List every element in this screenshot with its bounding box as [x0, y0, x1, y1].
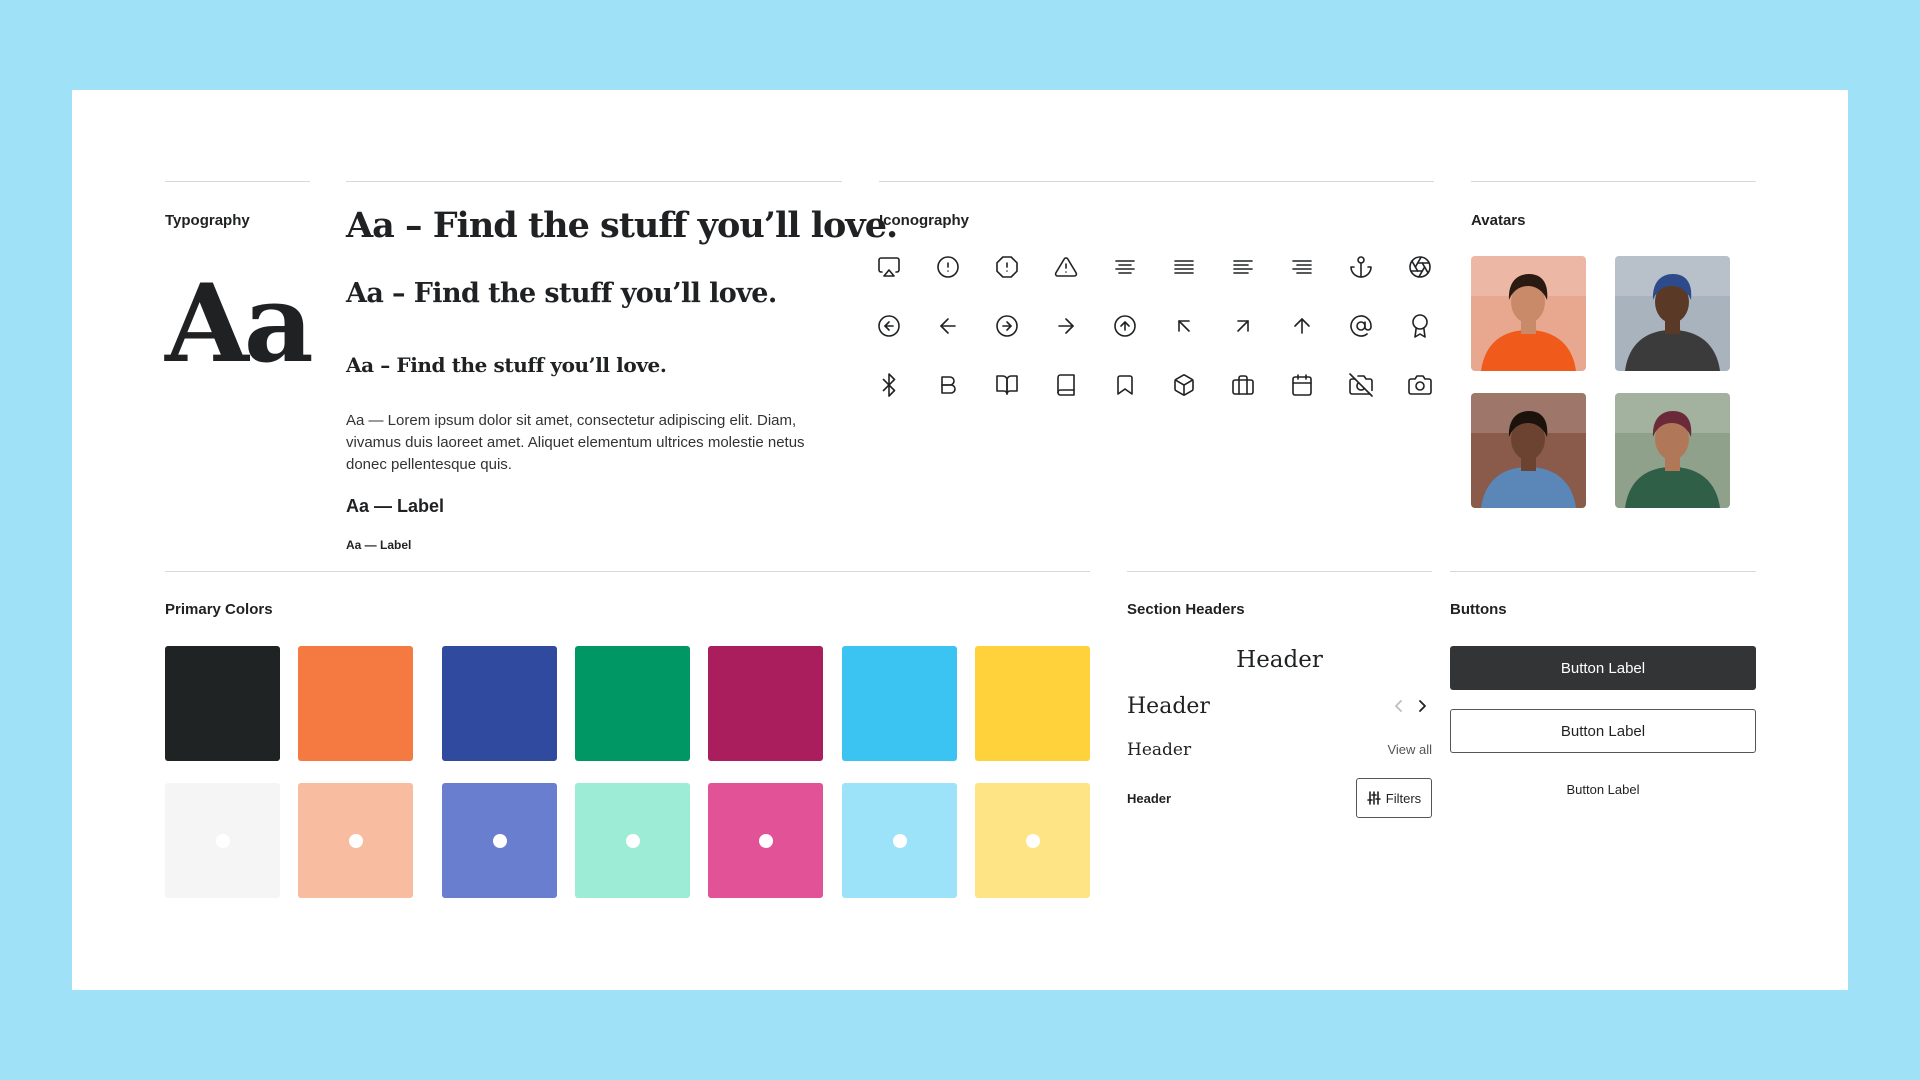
label-small-sample: Aa — Label — [346, 538, 412, 552]
sliders-icon — [1366, 791, 1381, 805]
chevron-right-icon[interactable] — [1414, 698, 1430, 714]
heading-2-sample: Aa – Find the stuff you’ll love. — [346, 278, 777, 309]
anchor-icon — [1349, 255, 1373, 279]
color-swatch-primary — [575, 646, 690, 761]
label-large-sample: Aa — Label — [346, 496, 445, 516]
calendar-icon — [1290, 373, 1314, 397]
header-medium-sample: Header — [1127, 740, 1192, 760]
color-swatch-light — [442, 783, 557, 898]
color-swatch-primary — [708, 646, 823, 761]
divider — [1471, 181, 1756, 182]
filters-button[interactable]: Filters — [1356, 778, 1432, 818]
box-icon — [1172, 373, 1196, 397]
buttons-title: Buttons — [1450, 601, 1507, 618]
bookmark-icon — [1113, 373, 1137, 397]
avatar-man-blue-cap — [1615, 256, 1730, 371]
arrow-left-circle-icon — [877, 314, 901, 338]
divider — [1450, 571, 1756, 572]
align-center-icon — [1113, 255, 1137, 279]
alert-circle-icon — [936, 255, 960, 279]
alert-octagon-icon — [995, 255, 1019, 279]
award-icon — [1408, 314, 1432, 338]
avatar-woman-denim — [1471, 393, 1586, 508]
typography-title: Typography — [165, 212, 250, 229]
view-all-link[interactable]: View all — [1342, 742, 1432, 757]
body-text-sample: Aa — Lorem ipsum dolor sit amet, consect… — [346, 412, 805, 473]
color-swatch-light — [842, 783, 957, 898]
color-swatch-light — [575, 783, 690, 898]
arrow-up-left-icon — [1172, 314, 1196, 338]
arrow-up-right-icon — [1231, 314, 1255, 338]
avatars-title: Avatars — [1471, 212, 1526, 229]
align-left-icon — [1231, 255, 1255, 279]
avatar-man-glasses — [1615, 393, 1730, 508]
primary-colors-title: Primary Colors — [165, 601, 273, 618]
filters-label: Filters — [1385, 790, 1422, 806]
color-swatch-primary — [298, 646, 413, 761]
arrow-right-circle-icon — [995, 314, 1019, 338]
align-justify-icon — [1172, 255, 1196, 279]
color-swatch-primary — [842, 646, 957, 761]
divider — [165, 571, 1090, 572]
swatch-indicator-dot — [492, 833, 507, 848]
color-swatch-light — [975, 783, 1090, 898]
swatch-indicator-dot — [348, 833, 363, 848]
heading-3-sample: Aa – Find the stuff you’ll love. — [346, 353, 667, 377]
type-specimen-aa: Aa — [165, 261, 314, 387]
camera-icon — [1408, 373, 1432, 397]
camera-off-icon — [1349, 373, 1373, 397]
color-swatch-primary — [442, 646, 557, 761]
swatch-indicator-dot — [625, 833, 640, 848]
iconography-title: Iconography — [879, 212, 970, 229]
book-icon — [1054, 373, 1078, 397]
text-button[interactable]: Button Label — [1450, 767, 1756, 811]
color-swatch-light — [708, 783, 823, 898]
color-swatch-light — [165, 783, 280, 898]
color-swatch-light — [298, 783, 413, 898]
divider — [879, 181, 1434, 182]
color-swatch-primary — [975, 646, 1090, 761]
briefcase-icon — [1231, 373, 1255, 397]
header-small-sample: Header — [1127, 791, 1172, 806]
swatch-indicator-dot — [892, 833, 907, 848]
divider — [1127, 571, 1432, 572]
avatar-woman-orange-sweater — [1471, 256, 1586, 371]
arrow-up-icon — [1290, 314, 1314, 338]
swatch-indicator-dot — [215, 833, 230, 848]
arrow-left-icon — [936, 314, 960, 338]
arrow-right-icon — [1054, 314, 1078, 338]
divider — [165, 181, 310, 182]
align-right-icon — [1290, 255, 1314, 279]
header-centered-sample: Header — [1236, 647, 1323, 673]
arrow-up-circle-icon — [1113, 314, 1137, 338]
bold-icon — [936, 373, 960, 397]
swatch-indicator-dot — [758, 833, 773, 848]
primary-button[interactable]: Button Label — [1450, 646, 1756, 690]
chevron-left-icon[interactable] — [1391, 698, 1407, 714]
alert-triangle-icon — [1054, 255, 1078, 279]
heading-1-sample: Aa – Find the stuff you’ll love. — [346, 205, 898, 246]
section-headers-title: Section Headers — [1127, 601, 1245, 618]
secondary-button[interactable]: Button Label — [1450, 709, 1756, 753]
swatch-indicator-dot — [1025, 833, 1040, 848]
book-open-icon — [995, 373, 1019, 397]
bluetooth-icon — [877, 373, 901, 397]
color-swatch-primary — [165, 646, 280, 761]
airplay-icon — [877, 255, 901, 279]
at-sign-icon — [1349, 314, 1373, 338]
header-large-sample: Header — [1127, 694, 1210, 719]
aperture-icon — [1408, 255, 1432, 279]
divider — [346, 181, 842, 182]
icon-grid — [877, 255, 1447, 435]
